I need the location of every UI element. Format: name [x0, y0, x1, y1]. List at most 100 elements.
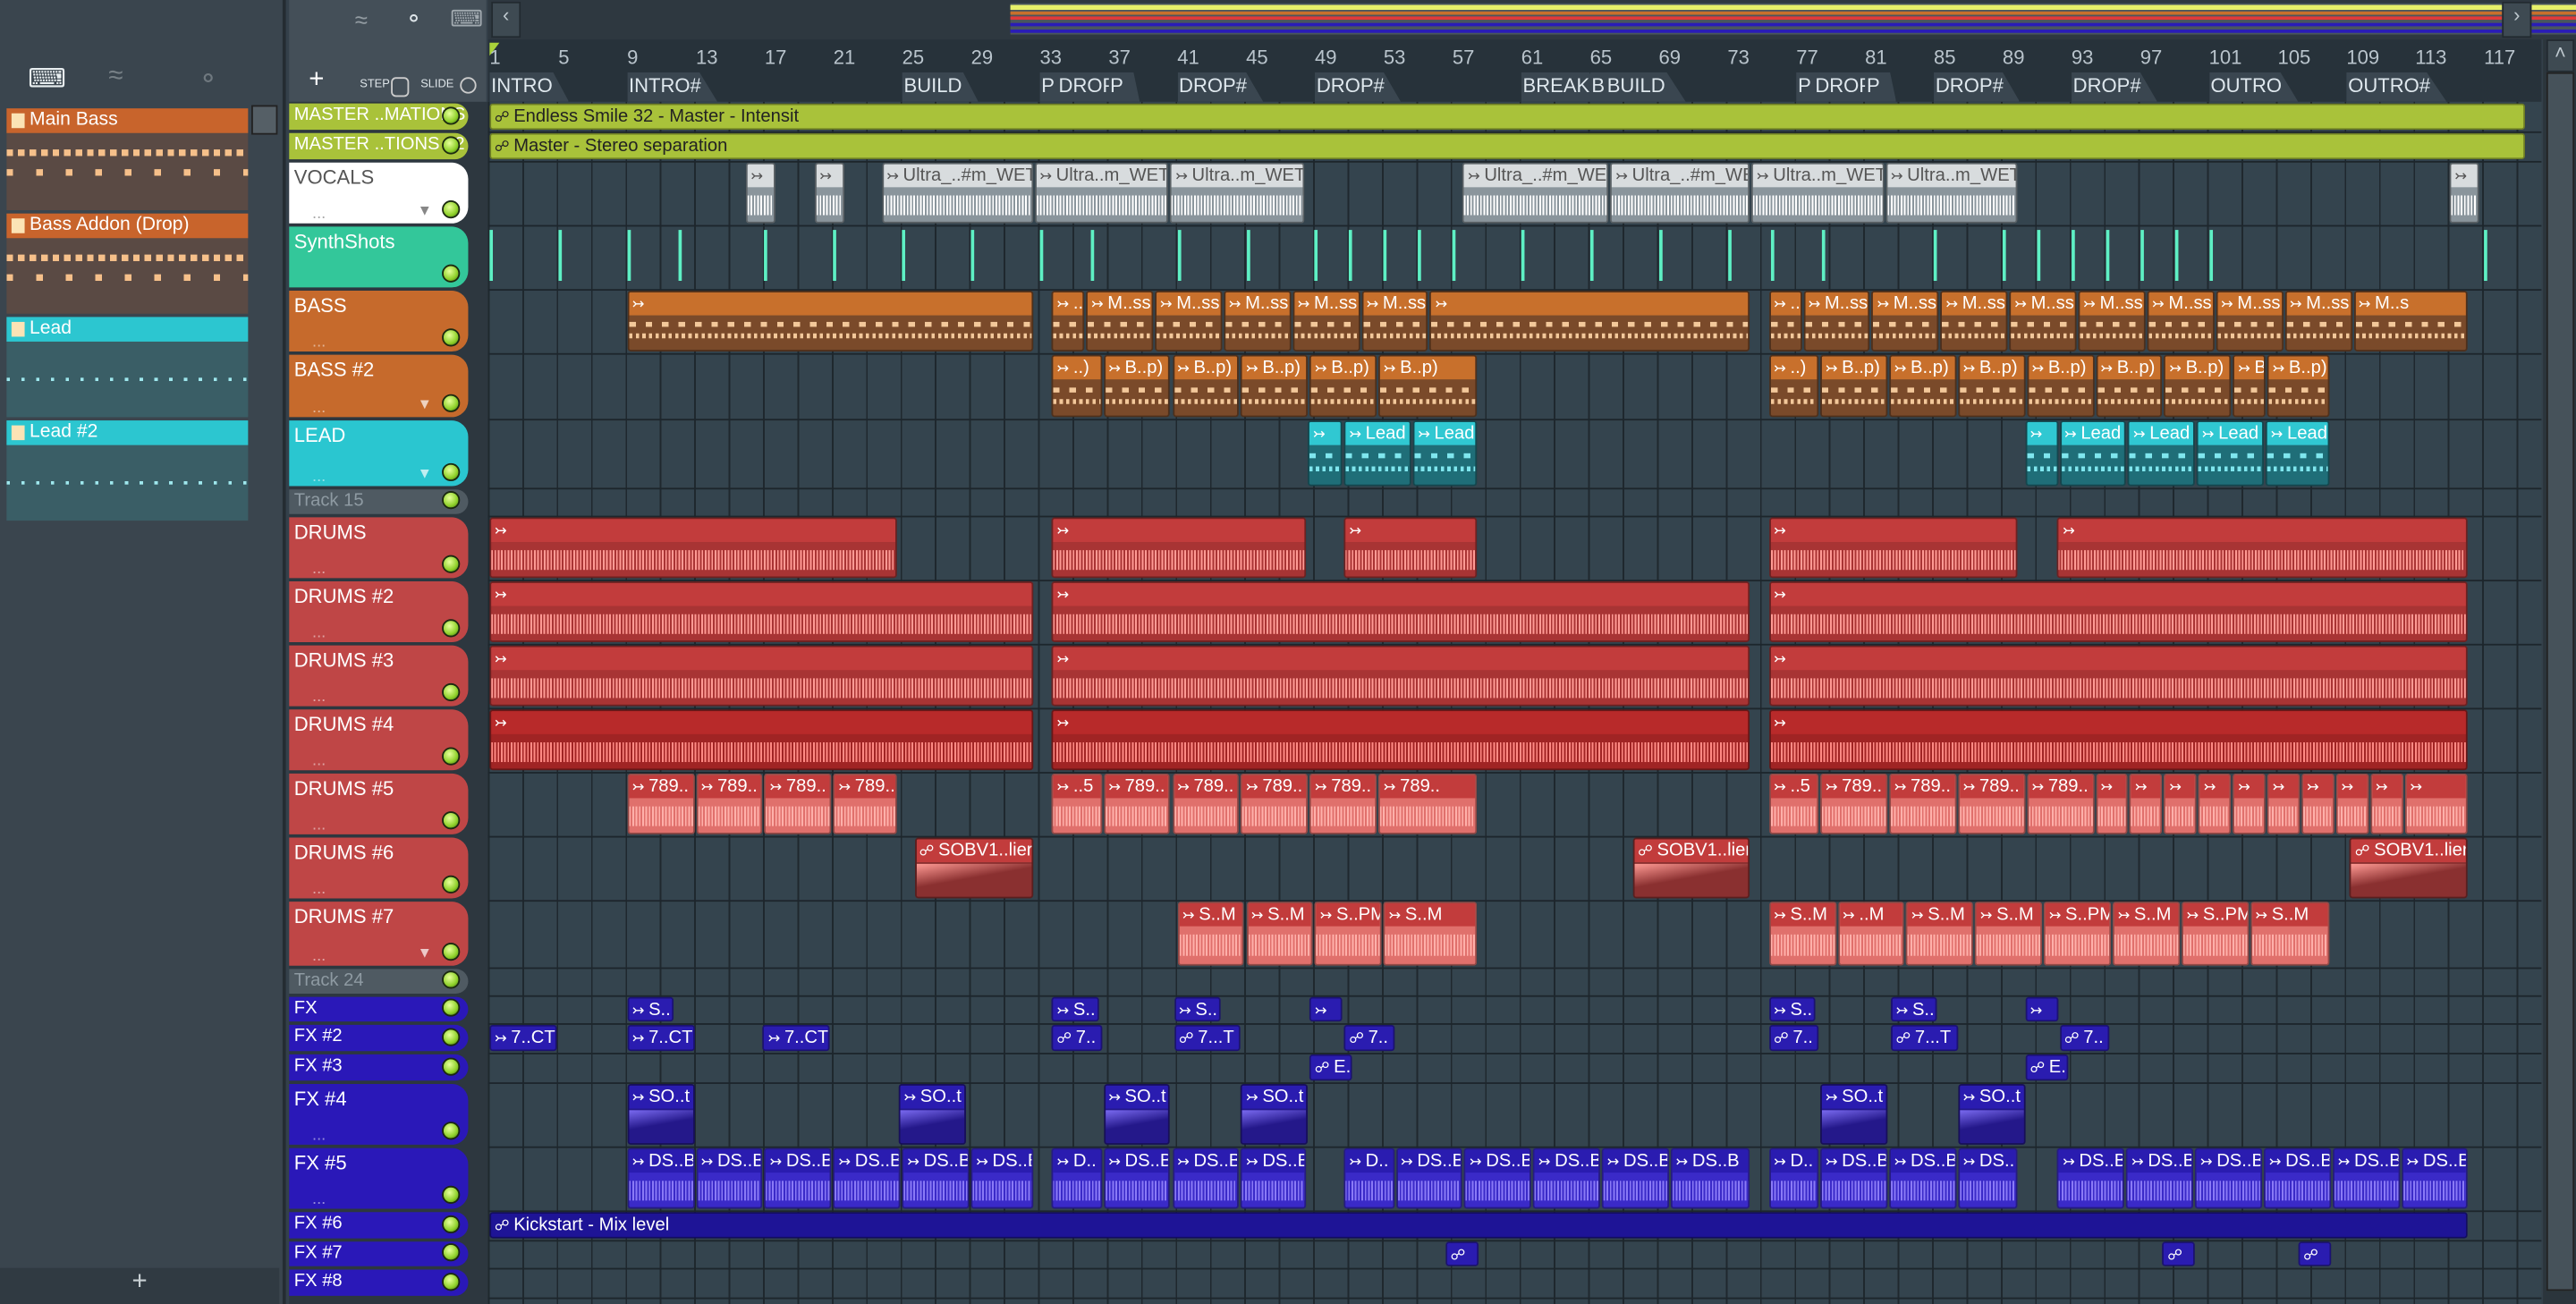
- clip[interactable]: ☍ SOBV1..lier: [2350, 837, 2468, 899]
- track-mute-led[interactable]: [442, 1243, 461, 1262]
- clip[interactable]: ☍ E..: [1309, 1054, 1353, 1081]
- clip[interactable]: ↣: [1429, 291, 1750, 351]
- automation-icon[interactable]: ⚬: [197, 63, 219, 96]
- track-options-dots[interactable]: ...: [312, 206, 326, 224]
- time-marker[interactable]: DROP#: [1177, 72, 1264, 102]
- clip[interactable]: ↣: [1309, 996, 1343, 1022]
- clip[interactable]: ↣ DS..B: [1172, 1147, 1240, 1209]
- clip[interactable]: ↣ S..: [1174, 996, 1221, 1022]
- clip[interactable]: ↣ DS..B: [1820, 1147, 1888, 1209]
- track-header[interactable]: DRUMS #6...: [289, 837, 469, 899]
- track-dropdown-arrow-icon[interactable]: ▼: [418, 396, 432, 412]
- automation-clip-icon[interactable]: ⚬: [404, 5, 424, 33]
- clip[interactable]: ↣ Ultra..m_WET: [1170, 162, 1305, 224]
- synthshot-clip[interactable]: [2106, 230, 2109, 282]
- clip[interactable]: ↣: [1768, 581, 2468, 642]
- track-mute-led[interactable]: [442, 200, 461, 219]
- track-header[interactable]: SynthShots: [289, 226, 469, 288]
- clip[interactable]: ↣: [489, 709, 1033, 771]
- clip[interactable]: ↣ 789..: [1820, 773, 1888, 834]
- add-track-button[interactable]: +: [309, 65, 324, 95]
- clip[interactable]: ↣ S..M: [1383, 902, 1477, 966]
- clip[interactable]: ↣ Ultra_..#m_WE: [1462, 162, 1609, 224]
- synthshot-clip[interactable]: [558, 230, 562, 282]
- clip[interactable]: ↣ ..5: [1051, 773, 1102, 834]
- track-mute-led[interactable]: [442, 619, 461, 638]
- synthshot-clip[interactable]: [2037, 230, 2041, 282]
- clip[interactable]: ↣ M..ss: [1802, 291, 1870, 351]
- synthshot-clip[interactable]: [1521, 230, 1525, 282]
- vertical-scrollbar[interactable]: ˄: [2543, 39, 2576, 1304]
- clip[interactable]: ↣ Lead: [2266, 420, 2330, 487]
- scroll-up-button[interactable]: ˄: [2546, 39, 2575, 72]
- track-header[interactable]: FX #2: [289, 1024, 469, 1052]
- synthshot-clip[interactable]: [1934, 230, 1937, 282]
- track-header[interactable]: MASTER ..MATIONS: [289, 103, 469, 131]
- piano-roll-icon[interactable]: ⌨: [28, 63, 65, 96]
- time-marker[interactable]: INTRO: [489, 72, 570, 102]
- track-lane[interactable]: ☍ ☍ ☍: [487, 1240, 2542, 1270]
- track-header[interactable]: FX #4...: [289, 1083, 469, 1145]
- clip[interactable]: ↣ B..p): [1172, 354, 1240, 418]
- synthshot-clip[interactable]: [1589, 230, 1594, 282]
- clip[interactable]: ↣ M..ss: [1940, 291, 2008, 351]
- synthshot-clip[interactable]: [489, 230, 494, 282]
- clip[interactable]: ☍ 7..: [1051, 1024, 1102, 1052]
- clip[interactable]: ↣: [2095, 773, 2129, 834]
- track-lane[interactable]: ↣ ↣ ↣: [487, 707, 2542, 774]
- track-header[interactable]: FX #6: [289, 1212, 469, 1239]
- track-mute-led[interactable]: [442, 682, 461, 702]
- clip[interactable]: ↣ 789..: [764, 773, 832, 834]
- clip[interactable]: ↣ SO..t: [1957, 1083, 2025, 1145]
- track-lane[interactable]: ↣ DS..B ↣ DS..B ↣ DS..B ↣ DS..B ↣ DS..B ↣ DS.…: [487, 1147, 2542, 1213]
- track-mute-led[interactable]: [442, 1185, 461, 1205]
- clip[interactable]: ↣ B..p): [1378, 354, 1477, 418]
- clip[interactable]: ↣ DS..B: [1957, 1147, 2019, 1209]
- clip[interactable]: ☍ 7...T: [1890, 1024, 1959, 1052]
- clip[interactable]: ↣ S..: [1768, 996, 1816, 1022]
- clip[interactable]: ↣: [2024, 420, 2058, 487]
- clip[interactable]: ↣ S..: [1890, 996, 1937, 1022]
- clip[interactable]: ↣ S..: [1051, 996, 1098, 1022]
- track-lane[interactable]: ↣ ↣ ↣: [487, 580, 2542, 646]
- track-mute-led[interactable]: [442, 998, 461, 1017]
- clip[interactable]: ↣ B..p): [1103, 354, 1171, 418]
- clip[interactable]: ↣ S..M: [1177, 902, 1245, 966]
- track-options-dots[interactable]: ...: [312, 880, 326, 898]
- synthshot-clip[interactable]: [1727, 230, 1732, 282]
- clip[interactable]: ↣ M..ss: [2216, 291, 2284, 351]
- track-mute-led[interactable]: [442, 136, 461, 155]
- clip[interactable]: ↣ Ultra..m_WET: [1885, 162, 2019, 224]
- track-header[interactable]: FX #5...: [289, 1147, 469, 1209]
- track-options-dots[interactable]: ...: [312, 688, 326, 706]
- clip[interactable]: ↣: [814, 162, 844, 224]
- track-options-dots[interactable]: ...: [312, 560, 326, 578]
- track-mute-led[interactable]: [442, 1057, 461, 1076]
- clip[interactable]: ☍: [2298, 1241, 2332, 1266]
- clip[interactable]: ↣ ..M: [1837, 902, 1905, 966]
- clip[interactable]: ↣ SO..t: [627, 1083, 695, 1145]
- track-mute-led[interactable]: [442, 970, 461, 989]
- track-lane[interactable]: ↣ SO..t ↣ SO..t ↣ SO..t ↣ SO..t ↣ SO..t ↣ SO.…: [487, 1082, 2542, 1148]
- clip[interactable]: ↣ M..ss: [1086, 291, 1154, 351]
- clip[interactable]: ↣ DS..B: [2264, 1147, 2332, 1209]
- add-pattern-button[interactable]: +: [0, 1267, 280, 1304]
- clip[interactable]: ↣ M..ss: [2078, 291, 2146, 351]
- track-lane[interactable]: ☍ SOBV1..lier ☍ SOBV1..lier ☍ SOBV1..lier: [487, 836, 2542, 902]
- clip[interactable]: ↣: [2404, 773, 2468, 834]
- clip[interactable]: ↣: [1051, 709, 1750, 771]
- clip[interactable]: ↣ S..M: [1246, 902, 1314, 966]
- synthshot-clip[interactable]: [1822, 230, 1826, 282]
- clip[interactable]: ↣ D..: [1051, 1147, 1102, 1209]
- track-lane[interactable]: ↣ ..) ↣ B..p) ↣ B..p) ↣ B..p) ↣ B..p) ↣ B..p)…: [487, 353, 2542, 421]
- clip[interactable]: ↣ B..p): [1241, 354, 1309, 418]
- clip[interactable]: ↣ 789..: [1889, 773, 1957, 834]
- clip[interactable]: ↣: [2335, 773, 2369, 834]
- track-header[interactable]: MASTER ..TIONS #2: [289, 132, 469, 160]
- clip[interactable]: ↣ 789..: [833, 773, 897, 834]
- track-mute-led[interactable]: [442, 943, 461, 961]
- synthshot-clip[interactable]: [1383, 230, 1387, 282]
- track-header[interactable]: FX: [289, 996, 469, 1022]
- clip[interactable]: ↣: [2199, 773, 2232, 834]
- track-header[interactable]: FX #7: [289, 1241, 469, 1266]
